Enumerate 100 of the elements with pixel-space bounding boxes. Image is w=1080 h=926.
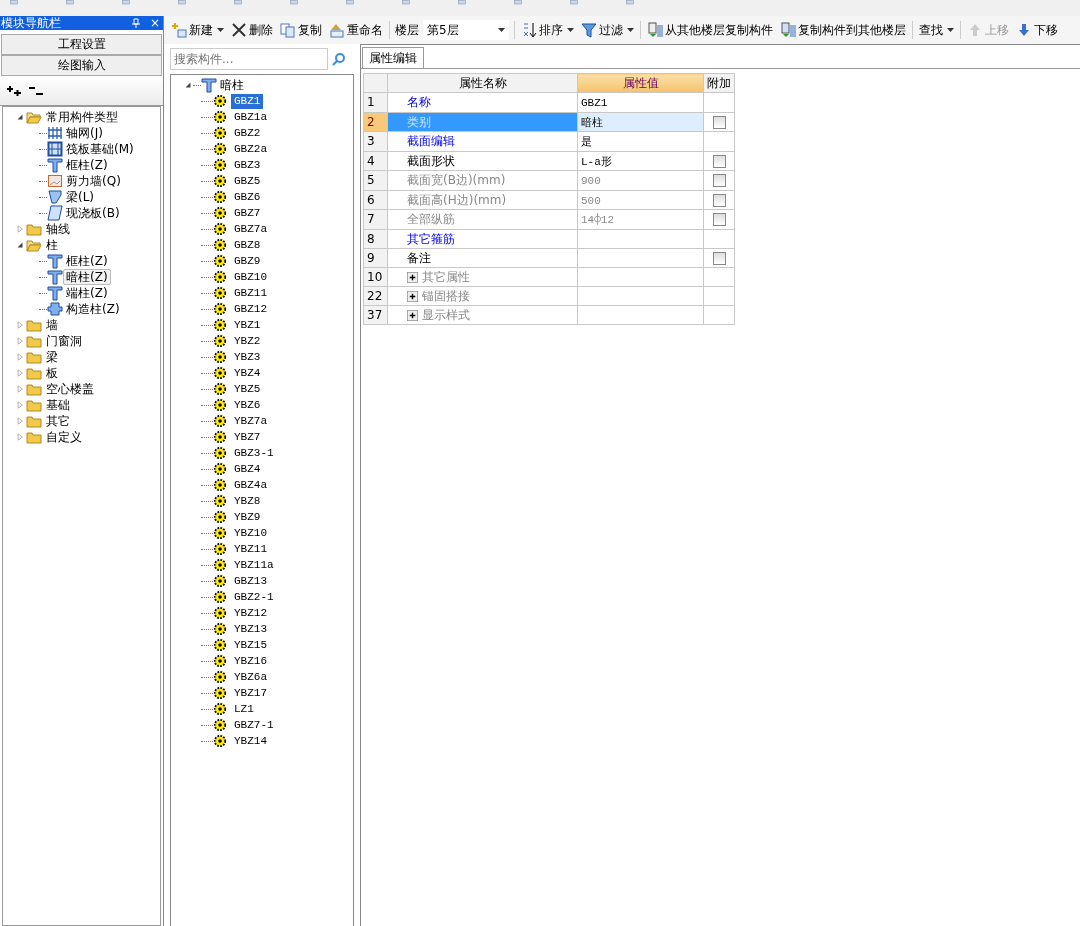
pin-icon[interactable]: [131, 18, 141, 28]
tree-item[interactable]: GBZ8: [231, 237, 264, 253]
tree-item[interactable]: GBZ9: [231, 253, 264, 269]
tree-item[interactable]: 常用构件类型: [43, 109, 121, 125]
tree-item[interactable]: GBZ10: [231, 269, 270, 285]
expand-icon[interactable]: [407, 309, 418, 321]
tree-item[interactable]: GBZ12: [231, 301, 270, 317]
tree-item[interactable]: 筏板基础(M): [63, 141, 137, 157]
search-field[interactable]: 搜索构件...: [170, 48, 328, 70]
tree-item[interactable]: GBZ2-1: [231, 589, 277, 605]
tree-item[interactable]: YBZ10: [231, 525, 270, 541]
tree-item[interactable]: 柱: [43, 237, 61, 253]
tree-item[interactable]: YBZ6a: [231, 669, 270, 685]
column-header[interactable]: 附加: [703, 73, 735, 93]
tree-item[interactable]: GBZ1a: [231, 109, 270, 125]
toolbar-button[interactable]: 复制构件到其他楼层: [779, 21, 907, 39]
tree-item[interactable]: YBZ9: [231, 509, 264, 525]
tree-item[interactable]: YBZ7a: [231, 413, 270, 429]
tree-item[interactable]: GBZ4a: [231, 477, 270, 493]
checkbox[interactable]: [712, 154, 726, 168]
tree-item[interactable]: GBZ6: [231, 189, 264, 205]
toolbar-button[interactable]: 排序: [520, 21, 575, 39]
close-button[interactable]: ×: [147, 14, 163, 32]
tree-item[interactable]: YBZ2: [231, 333, 264, 349]
property-value[interactable]: 暗柱: [581, 116, 603, 129]
tree-item[interactable]: 板: [43, 365, 61, 381]
toolbar-button[interactable]: 删除: [230, 21, 274, 39]
tree-item[interactable]: GBZ2: [231, 125, 264, 141]
tree-item[interactable]: GBZ4: [231, 461, 264, 477]
checkbox[interactable]: [712, 251, 726, 265]
tree-item[interactable]: 暗柱: [217, 77, 247, 93]
tree-item[interactable]: 端柱(Z): [63, 285, 111, 301]
tree-item[interactable]: YBZ16: [231, 653, 270, 669]
tree-item[interactable]: YBZ3: [231, 349, 264, 365]
toolbar-button[interactable]: 新建: [170, 21, 225, 39]
tab[interactable]: 属性编辑: [362, 47, 424, 68]
column-header[interactable]: 属性名称: [387, 73, 578, 93]
toolbar-button[interactable]: 复制: [279, 21, 323, 39]
tree-item[interactable]: 基础: [43, 397, 73, 413]
tree-item[interactable]: 框柱(Z): [63, 253, 111, 269]
checkbox[interactable]: [712, 213, 726, 227]
toolbar-button[interactable]: 下移: [1015, 21, 1059, 39]
expand-icon[interactable]: [407, 290, 418, 302]
tree-item[interactable]: YBZ15: [231, 637, 270, 653]
tree-item[interactable]: YBZ5: [231, 381, 264, 397]
tree-item[interactable]: 轴线: [43, 221, 73, 237]
tree-item[interactable]: YBZ14: [231, 733, 270, 749]
tree-item[interactable]: 墙: [43, 317, 61, 333]
tree-item[interactable]: GBZ3: [231, 157, 264, 173]
property-value[interactable]: 是: [581, 136, 592, 148]
tree-item[interactable]: GBZ1: [231, 93, 264, 109]
tree-item[interactable]: 现浇板(B): [63, 205, 123, 221]
tree-item[interactable]: 门窗洞: [43, 333, 85, 349]
property-value[interactable]: L-a形: [581, 155, 612, 168]
checkbox[interactable]: [712, 193, 726, 207]
toolbar-button[interactable]: 重命名: [328, 21, 384, 39]
search-icon[interactable]: [332, 52, 346, 66]
expand-icon[interactable]: [407, 271, 418, 283]
tree-item[interactable]: GBZ3-1: [231, 445, 277, 461]
tree-item[interactable]: YBZ11a: [231, 557, 277, 573]
tree-item[interactable]: GBZ13: [231, 573, 270, 589]
toolbar-button[interactable]: 从其他楼层复制构件: [646, 21, 774, 39]
tree-item[interactable]: LZ1: [231, 701, 257, 717]
tree-item[interactable]: GBZ11: [231, 285, 270, 301]
checkbox[interactable]: [712, 174, 726, 188]
nav-button[interactable]: 工程设置: [1, 34, 162, 55]
tree-item[interactable]: 剪力墙(Q): [63, 173, 124, 189]
tree-item[interactable]: GBZ7: [231, 205, 264, 221]
tree-item[interactable]: 框柱(Z): [63, 157, 111, 173]
tree-item[interactable]: 轴网(J): [63, 125, 106, 141]
toolbar-button[interactable]: 查找: [918, 21, 955, 39]
tree-item[interactable]: GBZ7a: [231, 221, 270, 237]
tree-item[interactable]: YBZ17: [231, 685, 270, 701]
property-value[interactable]: GBZ1: [581, 97, 608, 109]
tree-item[interactable]: YBZ7: [231, 429, 264, 445]
expand-all-icon[interactable]: [6, 84, 22, 97]
collapse-all-icon[interactable]: [28, 84, 44, 97]
tree-item[interactable]: GBZ5: [231, 173, 264, 189]
tree-item[interactable]: YBZ12: [231, 605, 270, 621]
tree-item[interactable]: 梁: [43, 349, 61, 365]
tree-item[interactable]: YBZ11: [231, 541, 270, 557]
checkbox[interactable]: [712, 115, 726, 129]
tree-item[interactable]: YBZ1: [231, 317, 264, 333]
tree-item[interactable]: YBZ4: [231, 365, 264, 381]
tree-item[interactable]: 自定义: [43, 429, 85, 445]
tree-item[interactable]: YBZ8: [231, 493, 264, 509]
tree-item[interactable]: 梁(L): [63, 189, 98, 205]
tree-item[interactable]: YBZ6: [231, 397, 264, 413]
tree-item[interactable]: GBZ2a: [231, 141, 270, 157]
toolbar-button[interactable]: 过滤: [580, 21, 635, 39]
tree-item[interactable]: 其它: [43, 413, 73, 429]
tree-item[interactable]: GBZ7-1: [231, 717, 277, 733]
nav-button[interactable]: 绘图输入: [1, 55, 162, 76]
tree-item[interactable]: 构造柱(Z): [63, 301, 123, 317]
column-header[interactable]: 属性值: [577, 73, 704, 93]
gear-icon: [213, 702, 227, 716]
tree-item[interactable]: 空心楼盖: [43, 381, 97, 397]
tree-item[interactable]: 暗柱(Z): [63, 269, 111, 285]
tree-item[interactable]: YBZ13: [231, 621, 270, 637]
floor-select[interactable]: 第5层: [423, 20, 509, 40]
